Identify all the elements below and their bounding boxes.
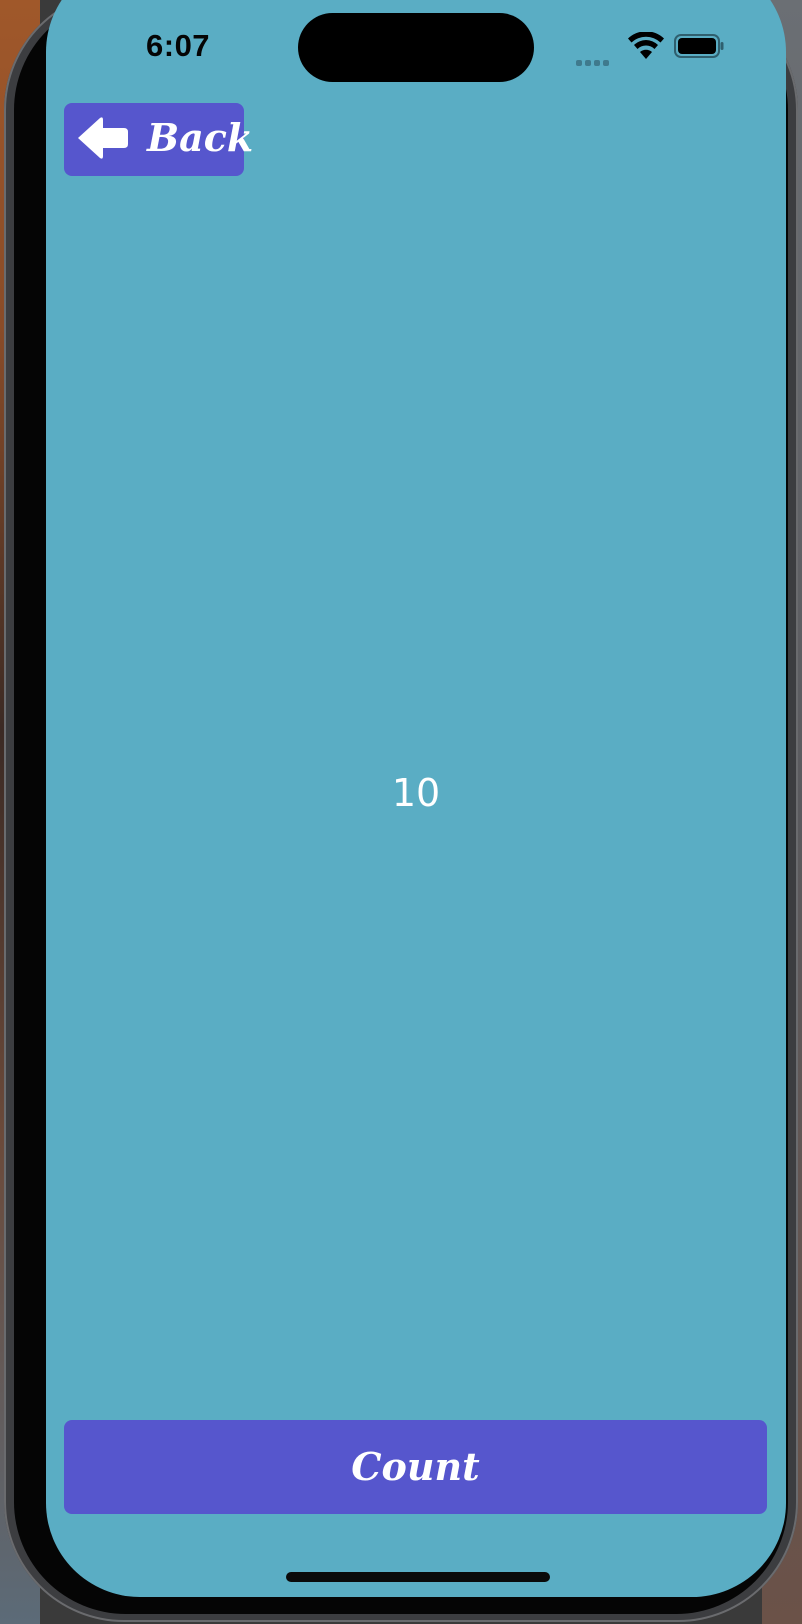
- home-indicator[interactable]: [286, 1572, 550, 1582]
- dynamic-island: [298, 13, 534, 82]
- arrow-left-icon: [78, 117, 128, 159]
- count-button-label: Count: [351, 1444, 480, 1489]
- device-frame: 6:07 Back 10 Count: [4, 0, 798, 1622]
- battery-icon: [674, 34, 724, 58]
- wifi-icon: [628, 32, 664, 59]
- status-bar-time: 6:07: [146, 28, 211, 63]
- back-button[interactable]: Back: [64, 103, 253, 176]
- signal-icon: [576, 51, 616, 66]
- counter-value: 10: [391, 771, 441, 815]
- app-screen: 6:07 Back 10 Count: [46, 0, 786, 1597]
- back-button-label: Back: [147, 115, 254, 160]
- count-button[interactable]: Count: [64, 1420, 767, 1514]
- device-bezel: 6:07 Back 10 Count: [14, 0, 788, 1614]
